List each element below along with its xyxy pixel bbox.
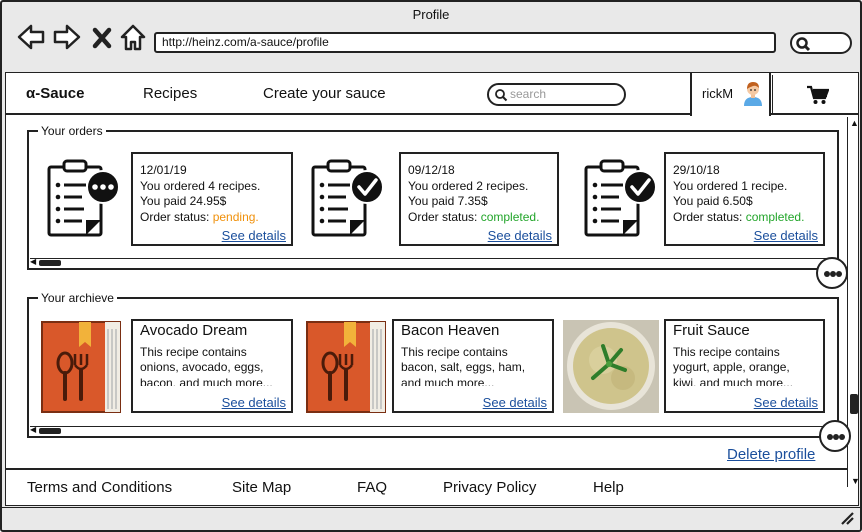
see-details-link[interactable]: See details <box>222 228 286 244</box>
scroll-thumb[interactable] <box>39 260 61 266</box>
recipe-description: This recipe contains onions, avocado, eg… <box>140 344 273 386</box>
orders-horizontal-scrollbar[interactable]: ◀ <box>30 257 836 268</box>
recipe-title: Avocado Dream <box>140 322 248 339</box>
order-recipes-count: You ordered 1 recipe. <box>673 178 788 193</box>
archive-legend: Your archieve <box>41 291 114 305</box>
site-footer: Terms and Conditions Site Map FAQ Privac… <box>6 468 858 505</box>
see-details-link[interactable]: See details <box>754 228 818 244</box>
orders-legend: Your orders <box>41 124 103 138</box>
username-label: rickM <box>702 86 734 101</box>
order-status-completed: completed. <box>745 209 805 224</box>
user-menu-tab[interactable]: rickM <box>690 73 771 116</box>
resize-grip-icon[interactable] <box>840 511 854 525</box>
order-card: 29/10/18 You ordered 1 recipe. You paid … <box>664 152 825 246</box>
order-card: 09/12/18 You ordered 2 recipes. You paid… <box>399 152 559 246</box>
order-card: 12/01/19 You ordered 4 recipes. You paid… <box>131 152 293 246</box>
order-recipes-count: You ordered 4 recipes. <box>140 178 261 193</box>
scroll-left-arrow-icon[interactable]: ◀ <box>30 425 36 434</box>
clipboard-completed-icon <box>584 159 657 237</box>
clipboard-pending-icon <box>47 159 120 237</box>
browser-search-field[interactable] <box>790 32 852 54</box>
order-status-line: Order status: completed. <box>673 209 805 224</box>
recipe-title: Fruit Sauce <box>673 322 750 339</box>
cart-button[interactable] <box>772 75 858 113</box>
search-placeholder: search <box>510 87 547 101</box>
see-details-link[interactable]: See details <box>222 395 286 411</box>
recipe-card: Fruit Sauce This recipe contains yogurt,… <box>664 319 825 413</box>
address-bar[interactable]: http://heinz.com/a-sauce/profile <box>154 32 776 53</box>
recipe-card: Bacon Heaven This recipe contains bacon,… <box>392 319 554 413</box>
scroll-thumb[interactable] <box>39 428 61 434</box>
site-logo[interactable]: α-Sauce <box>26 85 84 102</box>
order-recipes-count: You ordered 2 recipes. <box>408 178 529 193</box>
browser-window: Profile http://heinz.com/a-sauce/profile… <box>0 0 862 532</box>
clipboard-completed-icon <box>311 159 384 237</box>
scroll-thumb[interactable] <box>850 394 858 414</box>
search-icon <box>796 37 811 52</box>
footer-sitemap-link[interactable]: Site Map <box>232 479 291 496</box>
shopping-cart-icon <box>807 85 829 104</box>
archive-horizontal-scrollbar[interactable]: ◀ <box>30 425 836 436</box>
see-details-link[interactable]: See details <box>483 395 547 411</box>
order-status-pending: pending. <box>212 209 259 224</box>
status-bar <box>2 507 860 530</box>
window-title: Profile <box>412 7 450 22</box>
forward-arrow-icon[interactable] <box>53 22 81 52</box>
order-date: 09/12/18 <box>408 163 455 177</box>
recipe-description: This recipe contains bacon, salt, eggs, … <box>401 344 526 386</box>
fruit-sauce-photo <box>563 320 659 413</box>
order-paid: You paid 7.35$ <box>408 194 488 208</box>
footer-terms-link[interactable]: Terms and Conditions <box>27 479 172 496</box>
home-icon[interactable] <box>119 22 147 52</box>
order-paid: You paid 24.95$ <box>140 194 227 208</box>
see-details-link[interactable]: See details <box>488 228 552 244</box>
search-icon <box>495 89 508 102</box>
recipe-title: Bacon Heaven <box>401 322 500 339</box>
recipe-book-icon <box>306 321 386 413</box>
recipe-description: This recipe contains yogurt, apple, oran… <box>673 344 794 386</box>
footer-privacy-link[interactable]: Privacy Policy <box>443 479 536 496</box>
order-date: 29/10/18 <box>673 163 720 177</box>
recipe-book-icon <box>41 321 121 413</box>
see-details-link[interactable]: See details <box>754 395 818 411</box>
order-status-line: Order status: completed. <box>408 209 540 224</box>
more-orders-button[interactable] <box>816 257 848 289</box>
more-archive-button[interactable] <box>819 420 851 452</box>
site-search-input[interactable]: search <box>487 83 626 106</box>
page-viewport: α-Sauce Recipes Create your sauce search… <box>5 72 859 506</box>
footer-faq-link[interactable]: FAQ <box>357 479 387 496</box>
nav-create-sauce[interactable]: Create your sauce <box>263 85 386 102</box>
scroll-up-arrow-icon[interactable]: ▲ <box>850 118 858 128</box>
order-status-line: Order status: pending. <box>140 209 259 224</box>
back-arrow-icon[interactable] <box>17 22 45 52</box>
order-paid: You paid 6.50$ <box>673 194 753 208</box>
stop-icon[interactable] <box>91 22 113 52</box>
site-navbar: α-Sauce Recipes Create your sauce search… <box>6 73 858 116</box>
delete-profile-link[interactable]: Delete profile <box>727 446 815 463</box>
scroll-left-arrow-icon[interactable]: ◀ <box>30 257 36 266</box>
scroll-down-arrow-icon[interactable]: ▼ <box>851 476 858 486</box>
footer-help-link[interactable]: Help <box>593 479 624 496</box>
avatar <box>744 82 762 106</box>
order-status-completed: completed. <box>480 209 540 224</box>
nav-recipes[interactable]: Recipes <box>143 85 197 102</box>
order-date: 12/01/19 <box>140 163 187 177</box>
recipe-card: Avocado Dream This recipe contains onion… <box>131 319 293 413</box>
